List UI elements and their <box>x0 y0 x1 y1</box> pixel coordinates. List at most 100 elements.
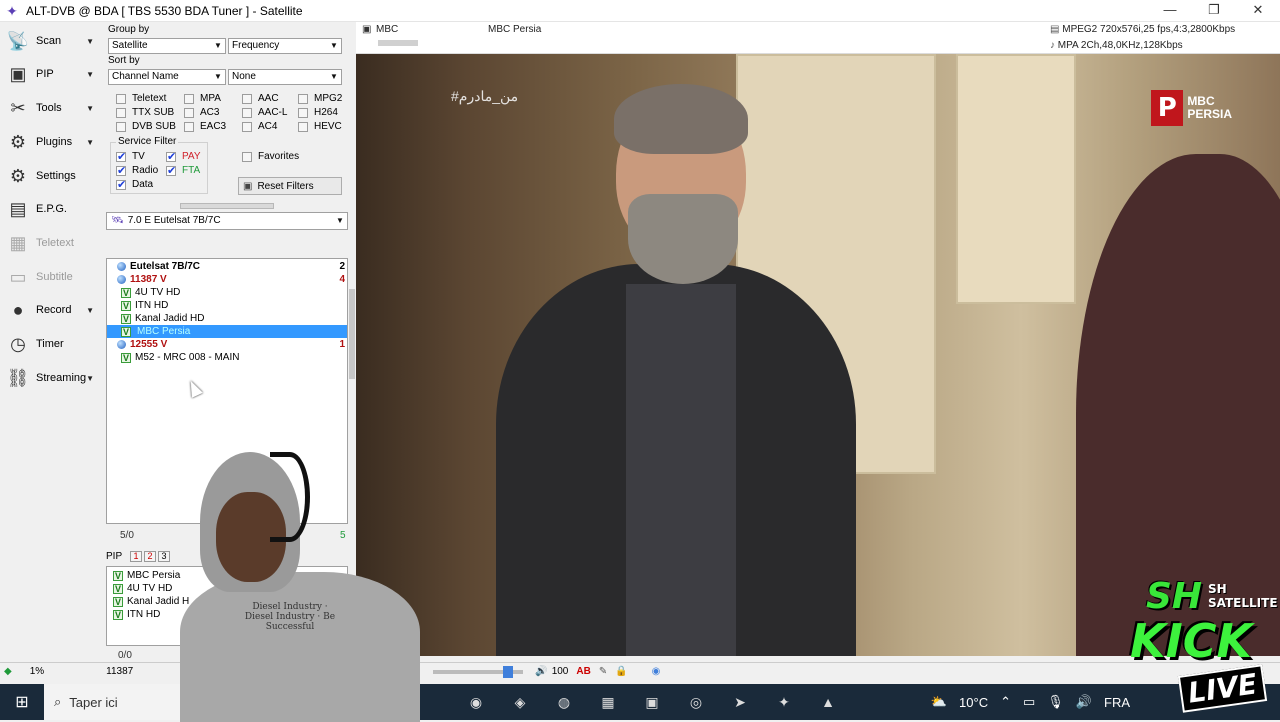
favorites-checkbox[interactable]: Favorites <box>242 151 299 162</box>
nav-pip[interactable]: ▣ PIP ▼ <box>4 59 102 89</box>
checkbox[interactable] <box>242 93 252 104</box>
checkbox[interactable] <box>298 107 308 118</box>
checkbox[interactable] <box>116 121 126 132</box>
filter-dvb-sub[interactable]: DVB SUB <box>116 121 176 132</box>
sort-by-select[interactable]: Channel Name ▼ <box>108 69 226 85</box>
checkbox[interactable] <box>298 93 308 104</box>
service-pay[interactable]: PAY <box>166 150 201 163</box>
tree-scrollbar[interactable] <box>349 289 355 379</box>
nav-tools[interactable]: ✂ Tools ▼ <box>4 93 102 123</box>
checkbox[interactable] <box>184 107 194 118</box>
pip-tab-1[interactable]: 1 <box>130 551 142 562</box>
filter-ac3[interactable]: AC3 <box>184 107 219 118</box>
close-button[interactable]: ✕ <box>1236 0 1280 22</box>
lock-icon[interactable]: 🔒 <box>615 666 627 677</box>
filter-hevc[interactable]: HEVC <box>298 121 342 132</box>
checkbox[interactable] <box>242 107 252 118</box>
pip-status: 0/0 <box>118 650 132 661</box>
checkbox[interactable] <box>116 164 126 177</box>
windows-start-button[interactable]: ⊞ <box>0 684 44 720</box>
edit-icon[interactable]: ✎ <box>599 666 607 677</box>
pip-tab-3[interactable]: 3 <box>158 551 170 562</box>
checkbox[interactable] <box>116 93 126 104</box>
checkbox[interactable] <box>166 150 176 163</box>
filter-h264[interactable]: H264 <box>298 107 338 118</box>
filter-mpa[interactable]: MPA <box>184 93 221 104</box>
alt-dvb-taskbar-icon[interactable]: ✦ <box>762 684 806 720</box>
checkbox[interactable] <box>116 107 126 118</box>
service-radio[interactable]: Radio <box>116 164 158 177</box>
snapshot-icon[interactable]: ◉ <box>652 666 661 677</box>
nav-epg[interactable]: ▤ E.P.G. <box>4 194 102 224</box>
checkbox[interactable] <box>298 121 308 132</box>
filter-teletext[interactable]: Teletext <box>116 93 166 104</box>
tools-icon: ✂ <box>10 97 26 118</box>
filter-mpg2[interactable]: MPG2 <box>298 93 342 104</box>
telegram-icon[interactable]: ➤ <box>718 684 762 720</box>
maximize-button[interactable]: ❐ <box>1192 0 1236 22</box>
taskbar-app-icon[interactable]: ◈ <box>498 684 542 720</box>
service-tv[interactable]: TV <box>116 150 145 163</box>
satellite-select[interactable]: 🛰 7.0 E Eutelsat 7B/7C ▼ <box>106 212 348 230</box>
tree-channel-row[interactable]: V Kanal Jadid HD <box>107 312 347 325</box>
microphone-icon[interactable]: 🎙 <box>1047 694 1064 710</box>
tree-channel-row[interactable]: V M52 - MRC 008 - MAIN <box>107 351 347 364</box>
filter-eac3[interactable]: EAC3 <box>184 121 226 132</box>
volume-thumb[interactable] <box>503 665 514 678</box>
service-data[interactable]: Data <box>116 178 153 191</box>
vlc-icon[interactable]: ▲ <box>806 684 850 720</box>
nav-record[interactable]: ● Record ▼ <box>4 295 102 325</box>
nav-subtitle[interactable]: ▭ Subtitle <box>4 262 102 292</box>
tree-label: Kanal Jadid HD <box>135 313 205 324</box>
filter-aac[interactable]: AAC <box>242 93 279 104</box>
sort-by-secondary-select[interactable]: None ▼ <box>228 69 342 85</box>
pip-tab-2[interactable]: 2 <box>144 551 156 562</box>
calculator-icon[interactable]: ▦ <box>586 684 630 720</box>
reset-filters-button[interactable]: ▣ Reset Filters <box>238 177 342 195</box>
nav-timer[interactable]: ◷ Timer <box>4 329 102 359</box>
panel-splitter[interactable] <box>180 203 274 209</box>
tree-count: 4 <box>339 274 345 285</box>
ab-icon[interactable]: AB <box>576 666 590 677</box>
network-tray-icon[interactable]: ▭ <box>1023 694 1035 710</box>
checkbox[interactable] <box>116 150 126 163</box>
tree-transponder-row[interactable]: 11387 V 4 <box>107 273 347 286</box>
taskbar-app-icon[interactable]: ◉ <box>454 684 498 720</box>
taskbar-app-icon[interactable]: ◍ <box>542 684 586 720</box>
checkbox[interactable] <box>116 178 126 191</box>
filter-ttx-sub[interactable]: TTX SUB <box>116 107 174 118</box>
tree-count: 2 <box>339 261 345 272</box>
minimize-button[interactable]: — <box>1148 0 1192 22</box>
filter-aac-l[interactable]: AAC-L <box>242 107 287 118</box>
filter-ac4[interactable]: AC4 <box>242 121 277 132</box>
nav-streaming[interactable]: ⛓ Streaming ▼ <box>4 363 102 393</box>
tree-transponder-row[interactable]: 12555 V 1 <box>107 338 347 351</box>
volume-icon[interactable]: 🔊 <box>535 666 547 677</box>
tree-channel-row[interactable]: V ITN HD <box>107 299 347 312</box>
nav-teletext[interactable]: ▦ Teletext <box>4 228 102 258</box>
nav-plugins[interactable]: ⚙ Plugins ▼ <box>4 127 102 157</box>
tray-expand-icon[interactable]: ⌃ <box>1000 694 1011 710</box>
speaker-icon[interactable]: 🔊 <box>1076 694 1092 710</box>
nav-settings[interactable]: ⚙ Settings <box>4 161 102 191</box>
checkbox[interactable] <box>184 93 194 104</box>
checkbox[interactable] <box>242 151 252 162</box>
kick-text: KICK <box>1130 614 1253 668</box>
group-by-label: Group by <box>108 24 150 35</box>
checkbox-label: TTX SUB <box>132 107 175 118</box>
tree-satellite-row[interactable]: Eutelsat 7B/7C 2 <box>107 260 347 273</box>
checkbox[interactable] <box>184 121 194 132</box>
nav-scan[interactable]: 📡 Scan ▼ <box>4 26 102 56</box>
audio-info-text: MPA 2Ch,48,0KHz,128Kbps <box>1057 40 1183 51</box>
group-by-select[interactable]: Satellite ▼ <box>108 38 226 54</box>
checkbox[interactable] <box>242 121 252 132</box>
group-by-secondary-select[interactable]: Frequency ▼ <box>228 38 342 54</box>
weather-icon: ⛅ <box>930 694 948 709</box>
checkbox[interactable] <box>166 164 176 177</box>
tree-channel-row-selected[interactable]: V MBC Persia <box>107 325 347 338</box>
chrome-icon[interactable]: ◎ <box>674 684 718 720</box>
taskbar-app-icon[interactable]: ▣ <box>630 684 674 720</box>
service-fta[interactable]: FTA <box>166 164 200 177</box>
tree-channel-row[interactable]: V 4U TV HD <box>107 286 347 299</box>
volume-slider[interactable] <box>433 665 524 678</box>
